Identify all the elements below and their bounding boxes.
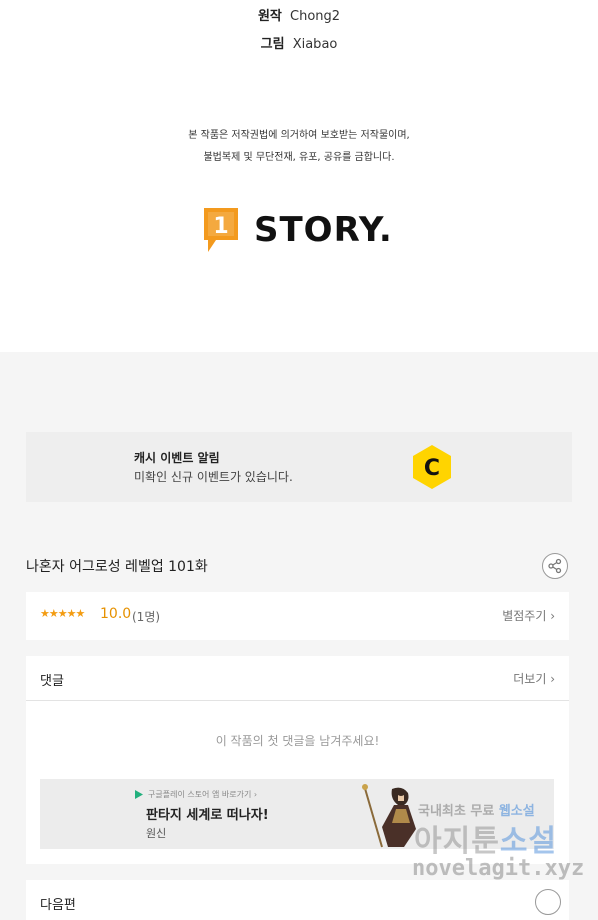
comments-header: 댓글	[40, 674, 64, 689]
next-episode-icon	[535, 889, 561, 915]
artist-label: 그림	[260, 37, 285, 52]
share-icon	[548, 558, 562, 574]
play-store-icon	[135, 790, 143, 799]
rating-count: (1명)	[132, 610, 161, 624]
rating-card: ★★★★★ 10.0 (1명) 별점주기 ›	[26, 592, 569, 640]
rate-button[interactable]: 별점주기 ›	[502, 607, 555, 624]
comments-empty-message: 이 작품의 첫 댓글을 남겨주세요!	[215, 734, 380, 748]
share-button[interactable]	[542, 553, 568, 579]
end-credits-section: 원작 Chong2 그림 Xiabao 본 작품은 저작권법에 의거하여 보호받…	[0, 0, 598, 352]
copyright-notice-line1: 본 작품은 저작권법에 의거하여 보호받는 저작물이며,	[188, 130, 410, 141]
cash-event-banner[interactable]: 캐시 이벤트 알림 미확인 신규 이벤트가 있습니다. C	[26, 432, 572, 502]
site-watermark: 국내최초 무료 웹소설 아지툰소설 novelagit.xyz	[410, 800, 584, 890]
watermark-line2-a: 아지툰	[414, 824, 500, 859]
artist-credit: 그림 Xiabao	[0, 33, 598, 52]
comments-more-button[interactable]: 더보기 ›	[513, 670, 555, 687]
cash-event-subtitle: 미확인 신규 이벤트가 있습니다.	[134, 470, 293, 484]
rating-score: 10.0	[100, 606, 132, 622]
cash-coin-letter: C	[424, 456, 440, 481]
onestory-logo: 1 STORY.	[202, 206, 393, 254]
watermark-url: novelagit.xyz	[412, 856, 585, 881]
original-author-name: Chong2	[290, 9, 341, 24]
original-author-label: 원작	[257, 9, 282, 24]
cash-event-title: 캐시 이벤트 알림	[134, 451, 220, 465]
onestory-wordmark: STORY.	[254, 210, 393, 250]
copyright-notice-line2: 불법복제 및 무단전재, 유포, 공유를 금합니다.	[203, 152, 395, 163]
original-author-credit: 원작 Chong2	[0, 5, 598, 24]
rating-stars: ★★★★★	[40, 607, 85, 620]
next-episode-label: 다음편	[40, 898, 76, 913]
ad-title: 판타지 세계로 떠나자!	[146, 808, 269, 823]
watermark-line2: 아지툰소설	[414, 816, 557, 860]
episode-title: 나혼자 어그로성 레벨업 101화	[26, 559, 208, 575]
ad-game-name: 원신	[146, 827, 167, 840]
onestory-badge-number: 1	[213, 214, 228, 239]
ad-store-link: 구글플레이 스토어 앱 바로가기 ›	[148, 790, 258, 799]
cash-coin-icon: C	[413, 445, 451, 489]
onestory-badge-icon: 1	[204, 208, 238, 252]
artist-name: Xiabao	[292, 37, 338, 52]
comments-divider	[26, 700, 569, 701]
watermark-line2-b: 소설	[499, 824, 558, 859]
